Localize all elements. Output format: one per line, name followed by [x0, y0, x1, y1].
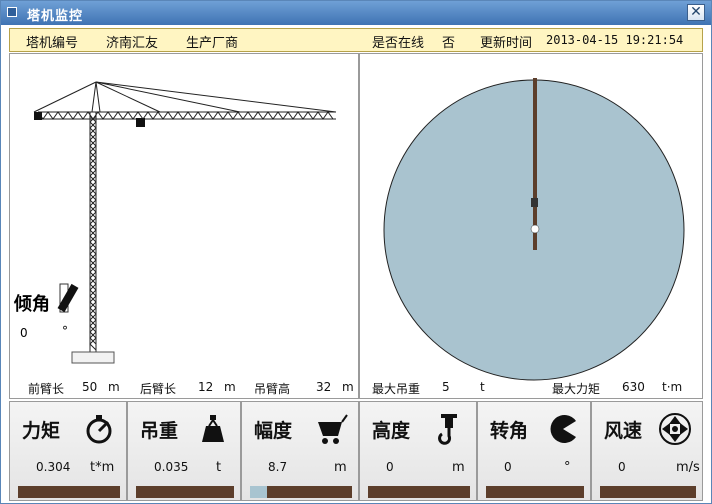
manufacturer-label: 生产厂商 [186, 36, 239, 51]
update-time-value: 2013-04-15 19:21:54 [546, 33, 684, 47]
tilt-unit: ° [62, 324, 68, 338]
metric-card-moment: 力矩 0.304 t*m [9, 401, 127, 501]
tilt-value: 0 [20, 326, 28, 340]
radar-panel: 最大吊重 5 t 最大力矩 630 t·m [359, 53, 703, 399]
metric-value: 0 [618, 460, 626, 474]
cart-icon [318, 414, 348, 444]
capacity-stats: 最大吊重 5 t 最大力矩 630 t·m [360, 380, 702, 396]
trolley-marker [531, 198, 538, 207]
metric-card-radius: 幅度 8.7 m [241, 401, 359, 501]
tower-panel: 倾角 0 ° 前臂长 50 m 后臂长 12 m 吊臂高 32 m [9, 53, 359, 399]
arm-height-unit: m [342, 380, 354, 394]
app-window: 塔机监控 ✕ 塔机编号 济南汇友 生产厂商 是否在线 否 更新时间 2013-0… [0, 0, 712, 504]
pivot-point [530, 224, 540, 234]
arm-height-label: 吊臂高 [254, 382, 291, 396]
metric-card-slew: 转角 0 ° [477, 401, 591, 501]
max-moment-value: 630 [622, 380, 645, 394]
max-load-value: 5 [442, 380, 450, 394]
metric-bar-fill [250, 486, 268, 498]
metric-label: 幅度 [254, 420, 293, 442]
metric-value: 0.304 [36, 460, 71, 474]
tower-id-label: 塔机编号 [26, 36, 79, 51]
metric-bar [600, 486, 696, 498]
max-load-label: 最大吊重 [372, 382, 421, 396]
rear-arm-unit: m [224, 380, 236, 394]
metric-unit: m/s [676, 460, 700, 475]
max-load-unit: t [480, 380, 485, 394]
arm-height-value: 32 [316, 380, 332, 394]
close-button[interactable]: ✕ [687, 4, 705, 21]
title-bar: 塔机监控 ✕ [1, 1, 711, 25]
arm-stats: 前臂长 50 m 后臂长 12 m 吊臂高 32 m [10, 380, 358, 396]
online-label: 是否在线 [372, 36, 425, 51]
weight-icon [202, 415, 224, 442]
fan-icon [659, 413, 691, 445]
metric-label: 高度 [372, 420, 411, 442]
rear-arm-label: 后臂长 [140, 382, 177, 396]
front-arm-unit: m [108, 380, 120, 394]
metric-bar [486, 486, 584, 498]
slew-radar [383, 78, 685, 381]
info-bar: 塔机编号 济南汇友 生产厂商 是否在线 否 更新时间 2013-04-15 19… [9, 28, 703, 52]
gauge-icon [86, 415, 112, 444]
metric-card-load: 吊重 0.035 t [127, 401, 241, 501]
metric-card-height: 高度 0 m [359, 401, 477, 501]
max-moment-unit: t·m [662, 380, 683, 394]
metric-value: 8.7 [268, 460, 288, 474]
metric-label: 转角 [490, 420, 529, 442]
window-title: 塔机监控 [27, 9, 84, 24]
metric-bar [250, 486, 352, 498]
metric-unit: m [452, 460, 465, 475]
metric-unit: t*m [90, 460, 115, 475]
front-arm-label: 前臂长 [28, 382, 65, 396]
metric-value: 0 [386, 460, 394, 474]
max-moment-label: 最大力矩 [552, 382, 601, 396]
metric-label: 风速 [604, 420, 643, 442]
metric-value: 0 [504, 460, 512, 474]
update-time-label: 更新时间 [480, 36, 533, 51]
metric-bar [136, 486, 234, 498]
front-arm-value: 50 [82, 380, 98, 394]
tower-id-value: 济南汇友 [106, 36, 159, 51]
metric-unit: m [334, 460, 347, 475]
metric-unit: ° [564, 460, 571, 475]
tilt-label: 倾角 [14, 294, 50, 315]
metrics-row: 力矩 0.304 t*m 吊重 0.035 t 幅度 8.7 m 高度 0 m … [9, 401, 703, 501]
metric-bar [18, 486, 120, 498]
hook-icon [438, 414, 457, 445]
pacman-icon [550, 415, 576, 443]
metric-unit: t [216, 460, 222, 475]
rear-arm-value: 12 [198, 380, 214, 394]
metric-label: 力矩 [22, 420, 61, 442]
app-icon [7, 7, 17, 17]
metric-bar [368, 486, 470, 498]
metric-label: 吊重 [140, 420, 179, 442]
metric-card-wind: 风速 0 m/s [591, 401, 703, 501]
metric-value: 0.035 [154, 460, 189, 474]
online-value: 否 [442, 36, 456, 51]
tower-crane-drawing [33, 81, 337, 364]
